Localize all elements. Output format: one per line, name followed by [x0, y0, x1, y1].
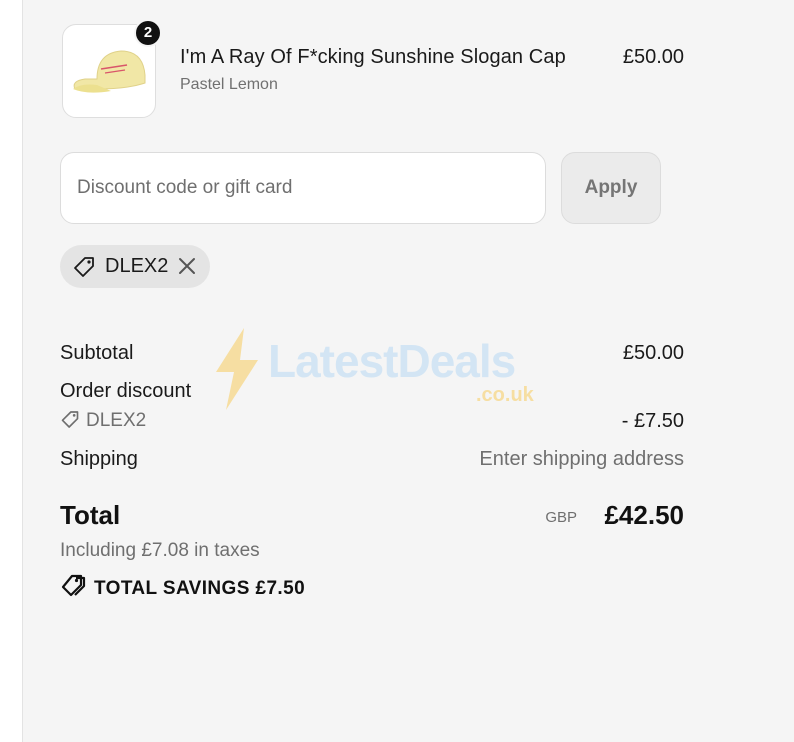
quantity-badge: 2	[134, 19, 162, 47]
apply-button[interactable]: Apply	[561, 152, 661, 224]
currency-code: GBP	[545, 509, 577, 526]
discount-code-line: DLEX2	[60, 410, 146, 432]
subtotal-label: Subtotal	[60, 342, 134, 364]
discount-code-input[interactable]	[60, 152, 546, 224]
product-price: £50.00	[622, 46, 684, 68]
product-title: I'm A Ray Of F*cking Sunshine Slogan Cap	[180, 46, 566, 68]
discount-code-text: DLEX2	[86, 410, 147, 431]
applied-discount-code: DLEX2	[105, 255, 169, 277]
total-savings-text: TOTAL SAVINGS £7.50	[94, 578, 306, 599]
tag-icon	[61, 411, 79, 428]
applied-discount-chip: DLEX2	[60, 245, 210, 288]
product-variant: Pastel Lemon	[180, 76, 278, 93]
tag-icon	[74, 257, 94, 277]
remove-discount-icon[interactable]	[176, 255, 198, 277]
shipping-value: Enter shipping address	[479, 448, 684, 470]
discount-value: - £7.50	[621, 410, 684, 432]
total-label: Total	[60, 500, 121, 530]
cap-image	[73, 50, 146, 93]
subtotal-value: £50.00	[622, 342, 684, 364]
total-savings: TOTAL SAVINGS £7.50	[60, 574, 305, 600]
total-amount: £42.50	[604, 500, 684, 530]
savings-tag-icon	[61, 574, 86, 597]
order-discount-label: Order discount	[60, 380, 192, 402]
taxes-note: Including £7.08 in taxes	[60, 540, 260, 561]
shipping-label: Shipping	[60, 448, 138, 470]
